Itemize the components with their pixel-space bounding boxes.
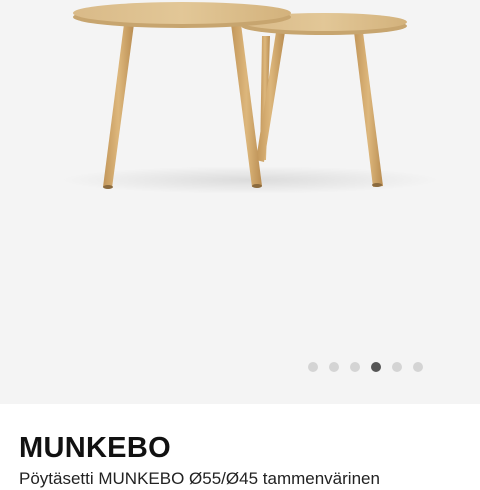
carousel-dot-2[interactable] bbox=[329, 362, 339, 372]
product-image-gallery[interactable] bbox=[0, 0, 480, 404]
product-description: Pöytäsetti MUNKEBO Ø55/Ø45 tammenvärinen bbox=[19, 469, 380, 488]
carousel-dot-3[interactable] bbox=[350, 362, 360, 372]
carousel-dot-1[interactable] bbox=[308, 362, 318, 372]
product-title: MUNKEBO bbox=[19, 432, 171, 464]
carousel-dot-5[interactable] bbox=[392, 362, 402, 372]
small-table bbox=[241, 13, 407, 187]
carousel-pagination bbox=[0, 362, 480, 374]
carousel-dot-6[interactable] bbox=[413, 362, 423, 372]
product-image bbox=[60, 2, 440, 194]
carousel-dot-4-active[interactable] bbox=[371, 362, 381, 372]
